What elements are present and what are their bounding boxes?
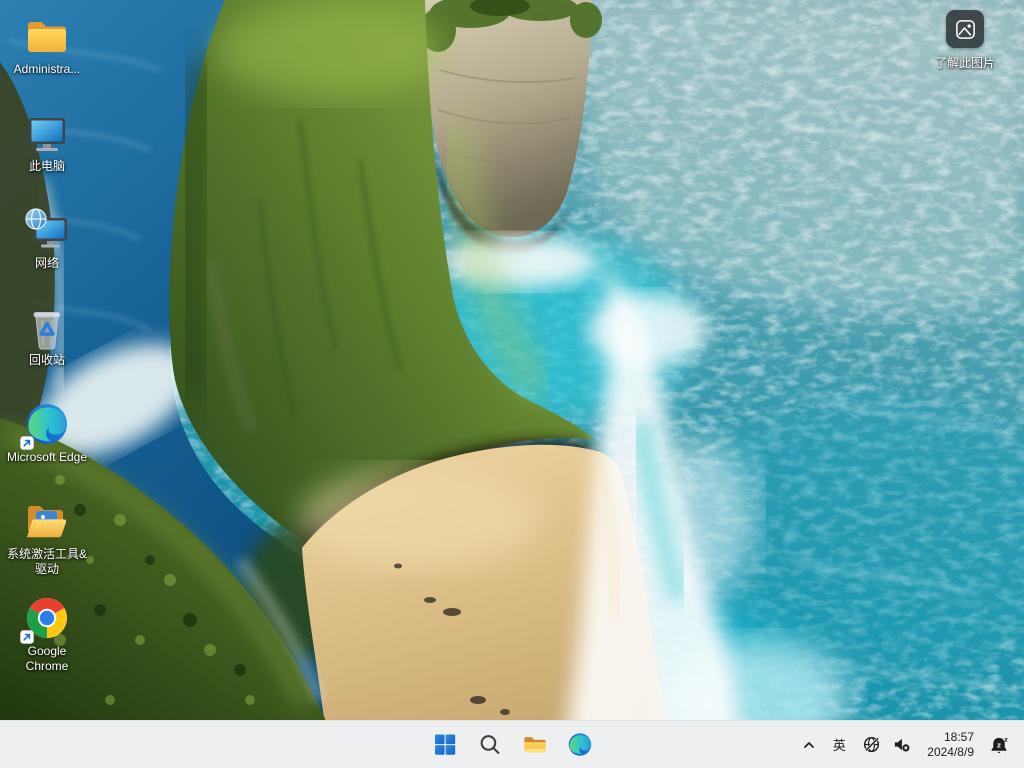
desktop-icon-microsoft-edge[interactable]: Microsoft Edge bbox=[4, 400, 90, 497]
edge-browser-icon bbox=[566, 731, 593, 758]
chevron-up-icon bbox=[801, 737, 817, 753]
desktop-icon-activation-tools[interactable]: 系统激活工具&驱动 bbox=[4, 497, 90, 594]
search-icon bbox=[477, 732, 502, 757]
desktop-icon-label: 系统激活工具&驱动 bbox=[6, 547, 87, 576]
ime-indicator[interactable]: 英 bbox=[825, 727, 853, 763]
desktop-icon-administrator[interactable]: Administra... bbox=[4, 12, 90, 109]
file-explorer-folder-icon bbox=[521, 731, 548, 758]
open-folder-picture-icon bbox=[23, 497, 71, 545]
desktop-icon-label: Microsoft Edge bbox=[6, 450, 88, 464]
windows-start-icon bbox=[432, 732, 457, 757]
desktop-icon-recycle-bin[interactable]: 回收站 bbox=[4, 303, 90, 400]
shortcut-arrow-icon bbox=[20, 630, 34, 644]
clock-time: 18:57 bbox=[943, 729, 974, 744]
recycle-bin-icon bbox=[23, 303, 71, 351]
taskbar-center-icons bbox=[425, 721, 600, 768]
edge-taskbar-button[interactable] bbox=[560, 725, 600, 765]
speaker-muted-icon bbox=[892, 735, 911, 754]
file-explorer-button[interactable] bbox=[515, 725, 555, 765]
taskbar: 英 18:57 2024/8/9 bbox=[0, 720, 1024, 768]
this-pc-monitor-icon bbox=[23, 109, 71, 157]
desktop-icon-network[interactable]: 网络 bbox=[4, 206, 90, 303]
desktop-icon-label: Administra... bbox=[13, 62, 81, 76]
start-button[interactable] bbox=[425, 725, 465, 765]
globe-no-internet-icon bbox=[862, 735, 881, 754]
desktop-icon-label: Google Chrome bbox=[25, 644, 69, 673]
search-button[interactable] bbox=[470, 725, 510, 765]
bell-do-not-disturb-icon bbox=[989, 735, 1009, 755]
desktop-icon-label: 回收站 bbox=[28, 353, 65, 367]
wallpaper-kelingking-beach bbox=[0, 0, 1024, 768]
hidden-icons-button[interactable] bbox=[794, 727, 824, 763]
desktop: z z Administra... 此电脑 网络 回收站 M bbox=[0, 0, 1024, 768]
desktop-icon-label: 网络 bbox=[34, 256, 59, 270]
ime-language-label: 英 bbox=[832, 738, 846, 753]
notification-center-button[interactable] bbox=[982, 727, 1016, 763]
spotlight-label: 了解此图片 bbox=[934, 56, 995, 70]
learn-about-picture-button[interactable] bbox=[946, 10, 984, 48]
folder-icon bbox=[23, 12, 71, 60]
desktop-icon-column: Administra... 此电脑 网络 回收站 Microsoft Edge … bbox=[4, 12, 90, 691]
desktop-icon-label: 此电脑 bbox=[28, 159, 65, 173]
network-globe-monitor-icon bbox=[23, 206, 71, 254]
spotlight-info: 了解此图片 bbox=[920, 10, 1010, 71]
clock-date: 2024/8/9 bbox=[927, 744, 974, 759]
network-volume-button[interactable] bbox=[854, 727, 919, 763]
desktop-icon-google-chrome[interactable]: Google Chrome bbox=[4, 594, 90, 691]
shortcut-arrow-icon bbox=[20, 436, 34, 450]
clock-button[interactable]: 18:57 2024/8/9 bbox=[920, 727, 981, 763]
system-tray: 英 18:57 2024/8/9 bbox=[794, 721, 1016, 768]
picture-frame-icon bbox=[954, 18, 977, 41]
desktop-icon-this-pc[interactable]: 此电脑 bbox=[4, 109, 90, 206]
